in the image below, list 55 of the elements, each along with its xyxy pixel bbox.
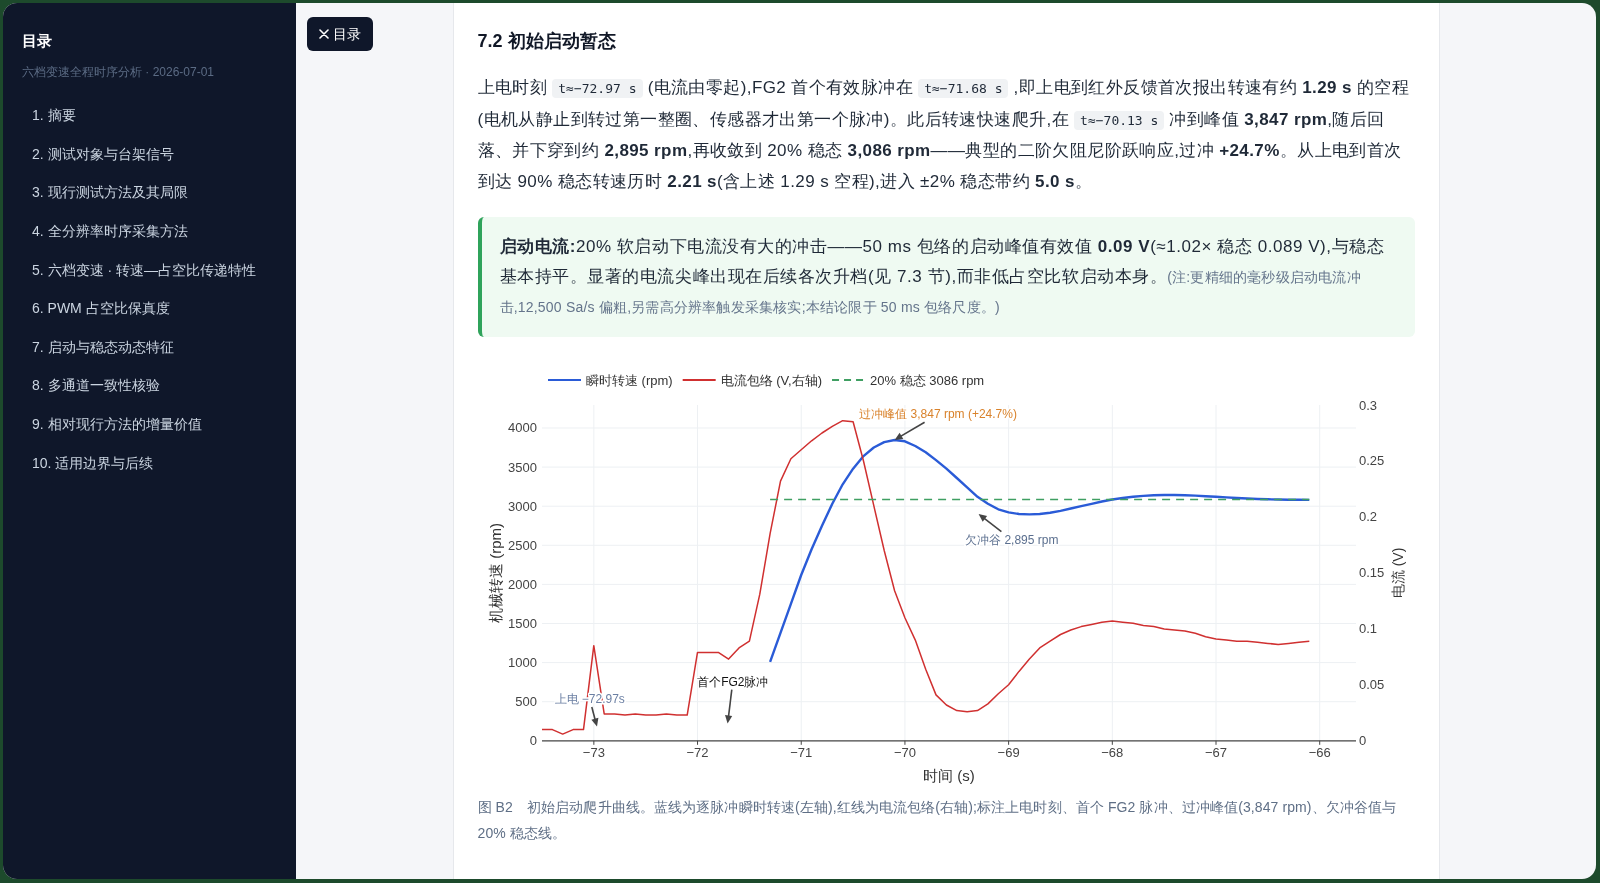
section-heading: 7.2 初始启动暂态: [477, 30, 617, 53]
axis-tick-label: −72: [686, 745, 709, 761]
axis-tick-label: 0.25: [1358, 453, 1384, 469]
axis-tick-label: −70: [893, 745, 916, 761]
close-icon: [319, 29, 329, 39]
axis-tick-label: 500: [514, 694, 537, 709]
axis-tick-label: −71: [789, 745, 812, 761]
axis-tick-label: −67: [1204, 745, 1227, 761]
legend-label: 瞬时转速 (rpm): [585, 372, 673, 388]
axis-title: 电流 (V): [1389, 547, 1406, 598]
toc-link[interactable]: 3. 现行测试方法及其局限: [13, 173, 286, 212]
annotation-label: 首个FG2脉冲: [696, 674, 768, 689]
axis-tick-label: 0.1: [1358, 621, 1377, 637]
sidebar-title: 目录: [21, 31, 53, 51]
axis-tick-label: 0.15: [1358, 565, 1384, 581]
legend-label: 20% 稳态 3086 rpm: [869, 372, 984, 388]
axis-tick-label: 1000: [507, 654, 537, 670]
toc-link[interactable]: 4. 全分辨率时序采集方法: [13, 211, 286, 251]
toc-link[interactable]: 6. PWM 占空比保真度: [13, 288, 286, 328]
axis-tick-label: −68: [1100, 745, 1123, 761]
axis-tick-label: 0.2: [1358, 509, 1377, 525]
legend-label: 电流包络 (V,右轴): [720, 372, 822, 388]
figure-caption: 图 B2 初始启动爬升曲线。蓝线为逐脉冲瞬时转速(左轴),红线为电流包络(右轴);标注上电时刻、首个 FG2 脉冲、过冲峰值(3,847 rpm)、欠冲谷值与 20% 稳态线。: [477, 797, 1398, 843]
annotation-label: 过冲峰值 3,847 rpm (+24.7%): [858, 407, 1017, 422]
axis-title: 时间 (s): [922, 766, 975, 784]
toc-link[interactable]: 10. 适用边界与后续: [13, 443, 286, 482]
axis-tick-label: 1500: [507, 615, 537, 631]
axis-title: 机械转速 (rpm): [487, 522, 504, 623]
arrow-icon: [894, 421, 925, 440]
axis-tick-label: 3500: [507, 459, 537, 475]
callout-note: 启动电流:20% 软启动下电流没有大的冲击——50 ms 包络的启动峰值有效值 0.09 V(≈1.02× 稳态 0.089 V),与稳态基本持平。显著的电流尖峰出现在后续各次升档(见 7.3 节),而非低占空比软启动本身。(注:更精细的毫秒级启动电流冲击,12,500 Sa/s 偏粗,另需高分辨率触发采集核实;本结论限于 50 ms 包络尺度。): [477, 216, 1415, 337]
toc-link[interactable]: 2. 测试对象与台架信号: [13, 134, 286, 174]
axis-tick-label: −66: [1308, 745, 1331, 761]
toc-link[interactable]: 5. 六档变速 · 转速—占空比传递特性: [13, 250, 286, 289]
toc-link[interactable]: 9. 相对现行方法的增量价值: [13, 404, 286, 444]
body-paragraph: 上电时刻 t≈−72.97 s (电流由零起),FG2 首个有效脉冲在 t≈−71.68 s ,即上电到红外反馈首次报出转速有约 1.29 s 的空程(电机从静止到转过第一整圈、传感器才出第一个脉冲)。此后转速快速爬升,在 t≈−70.13 s 冲到峰值 3,847 rpm,随后回落、并下穿到约 2,895 rpm,再收敛到 20% 稳态 3,086 rpm——典型的二阶欠阻尼阶跃响应,过冲 +24.7%。从上电到首次到达 90% 稳态转速历时 2.21 s(含上述 1.29 s 空程),进入 ±2% 稳态带约 5.0 s。: [477, 77, 1411, 194]
toc-link[interactable]: 1. 摘要: [13, 96, 286, 135]
sidebar-subtitle: 六档变速全程时序分析 · 2026-07-01: [21, 64, 216, 80]
annotation-label: 欠冲谷 2,895 rpm: [964, 532, 1058, 547]
axis-tick-label: 4000: [507, 420, 537, 436]
toc-link[interactable]: 7. 启动与稳态动态特征: [13, 327, 286, 367]
toc-link[interactable]: 8. 多通道一致性核验: [13, 366, 286, 405]
axis-tick-label: 0.3: [1358, 397, 1377, 413]
arrow-icon: [978, 513, 1002, 533]
arrow-icon: [590, 706, 598, 727]
axis-tick-label: −69: [997, 745, 1020, 761]
axis-tick-label: 0.05: [1358, 677, 1384, 693]
axis-tick-label: 3000: [507, 498, 537, 514]
axis-tick-label: 0: [529, 733, 537, 749]
axis-tick-label: 0: [1358, 733, 1366, 749]
axis-tick-label: 2500: [507, 537, 537, 553]
axis-tick-label: −73: [582, 745, 605, 761]
toc-toggle-button[interactable]: 目录: [307, 17, 373, 51]
axis-tick-label: 2000: [507, 576, 537, 592]
arrow-icon: [724, 688, 733, 724]
